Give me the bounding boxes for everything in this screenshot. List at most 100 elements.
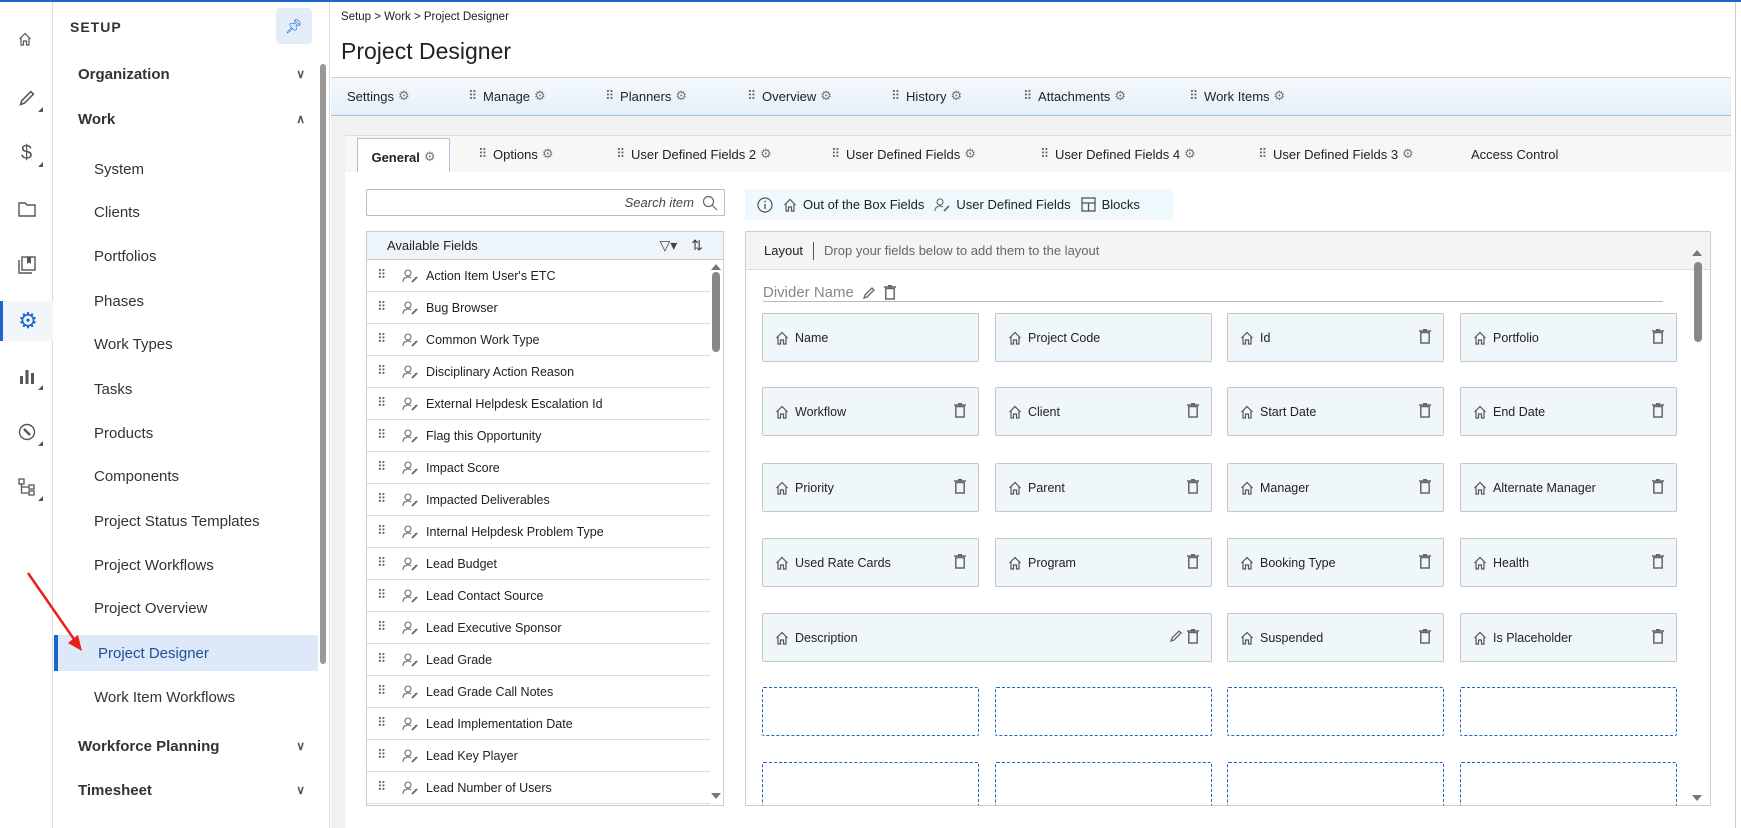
- drag-handle-icon[interactable]: ⠇⠇: [377, 524, 390, 539]
- drag-handle-icon[interactable]: ⠇⠇: [377, 460, 390, 475]
- layout-field-health[interactable]: Health: [1460, 538, 1677, 587]
- trash-icon[interactable]: [1652, 329, 1664, 344]
- field-list-item[interactable]: ⠇⠇ Lead Implementation Date: [367, 708, 710, 740]
- drag-handle-icon[interactable]: ⠇⠇: [377, 364, 390, 379]
- field-list-item[interactable]: ⠇⠇ Internal Helpdesk Problem Type: [367, 516, 710, 548]
- sidebar-item-tasks[interactable]: Tasks: [54, 371, 319, 407]
- layout-field-id[interactable]: Id: [1227, 313, 1444, 362]
- layout-field-client[interactable]: Client: [995, 387, 1212, 436]
- edit-icon[interactable]: [862, 286, 876, 300]
- gear-icon[interactable]: ⚙: [534, 89, 546, 104]
- sidebar-item-system[interactable]: System: [54, 151, 319, 187]
- sidebar-item-phases[interactable]: Phases: [54, 283, 319, 319]
- sidebar-item-project-workflows[interactable]: Project Workflows: [54, 547, 319, 583]
- gear-icon[interactable]: ⚙: [1274, 89, 1286, 104]
- sort-icon[interactable]: ⇅: [691, 237, 703, 254]
- gear-icon[interactable]: ⚙: [398, 89, 410, 104]
- drag-handle-icon[interactable]: ⠇⠇: [377, 332, 390, 347]
- drag-handle-icon[interactable]: ⠇⠇: [891, 89, 904, 104]
- sidebar-item-project-overview[interactable]: Project Overview: [54, 590, 319, 626]
- empty-drop-slot[interactable]: [1460, 687, 1677, 736]
- gear-icon[interactable]: ⚙: [820, 89, 832, 104]
- drag-handle-icon[interactable]: ⠇⠇: [377, 556, 390, 571]
- sidebar-item-project-designer[interactable]: Project Designer: [54, 635, 318, 671]
- tab-attachments[interactable]: ⠇⠇ Attachments ⚙: [1023, 78, 1126, 115]
- empty-drop-slot[interactable]: [1227, 762, 1444, 805]
- empty-drop-slot[interactable]: [1460, 762, 1677, 805]
- layout-field-description[interactable]: Description: [762, 613, 1212, 662]
- trash-icon[interactable]: [1419, 629, 1431, 644]
- field-list-item[interactable]: ⠇⠇ Lead Grade Call Notes: [367, 676, 710, 708]
- field-list-item[interactable]: ⠇⠇ Lead Contact Source: [367, 580, 710, 612]
- field-list-item[interactable]: ⠇⠇ Impacted Deliverables: [367, 484, 710, 516]
- gear-icon[interactable]: ⚙: [964, 147, 976, 162]
- tab-overview[interactable]: ⠇⠇ Overview ⚙: [747, 78, 832, 115]
- sidebar-item-work[interactable]: Work ∧: [54, 101, 319, 137]
- field-list-item[interactable]: ⠇⠇ Flag this Opportunity: [367, 420, 710, 452]
- drag-handle-icon[interactable]: ⠇⠇: [478, 147, 491, 162]
- scroll-down-arrow[interactable]: [711, 793, 721, 799]
- sidebar-item-workforce-planning[interactable]: Workforce Planning ∨: [54, 728, 319, 764]
- field-list-item[interactable]: ⠇⠇ Lead Budget: [367, 548, 710, 580]
- scroll-up-arrow[interactable]: [711, 264, 721, 270]
- field-list-item[interactable]: ⠇⠇ Lead Number of Users: [367, 772, 710, 804]
- empty-drop-slot[interactable]: [762, 762, 979, 805]
- trash-icon[interactable]: [1652, 554, 1664, 569]
- tab-work-items[interactable]: ⠇⠇ Work Items ⚙: [1189, 78, 1285, 115]
- layout-field-end-date[interactable]: End Date: [1460, 387, 1677, 436]
- layout-field-project-code[interactable]: Project Code: [995, 313, 1212, 362]
- search-input[interactable]: [394, 195, 694, 210]
- layout-field-parent[interactable]: Parent: [995, 463, 1212, 512]
- trash-icon[interactable]: [1419, 329, 1431, 344]
- subtab-user-defined-fields-4[interactable]: ⠇⠇ User Defined Fields 4 ⚙: [1040, 136, 1196, 172]
- sidebar-item-timesheet[interactable]: Timesheet ∨: [54, 772, 319, 808]
- field-list-item[interactable]: ⠇⠇ Lead Key Player: [367, 740, 710, 772]
- gear-icon[interactable]: ⚙: [760, 147, 772, 162]
- drag-handle-icon[interactable]: ⠇⠇: [468, 89, 481, 104]
- layout-field-booking-type[interactable]: Booking Type: [1227, 538, 1444, 587]
- layout-field-portfolio[interactable]: Portfolio: [1460, 313, 1677, 362]
- gear-icon[interactable]: ⚙: [1402, 147, 1414, 162]
- nav-pencil-button[interactable]: [0, 78, 53, 118]
- layout-field-priority[interactable]: Priority: [762, 463, 979, 512]
- drag-handle-icon[interactable]: ⠇⠇: [377, 716, 390, 731]
- layout-field-used-rate-cards[interactable]: Used Rate Cards: [762, 538, 979, 587]
- subtab-user-defined-fields-3[interactable]: ⠇⠇ User Defined Fields 3 ⚙: [1258, 136, 1414, 172]
- field-list-item[interactable]: ⠇⠇ Common Work Type: [367, 324, 710, 356]
- sidebar-item-portfolios[interactable]: Portfolios: [54, 238, 319, 274]
- subtab-options[interactable]: ⠇⠇ Options ⚙: [478, 136, 554, 172]
- field-list-item[interactable]: ⠇⠇ Disciplinary Action Reason: [367, 356, 710, 388]
- drag-handle-icon[interactable]: ⠇⠇: [831, 147, 844, 162]
- filter-icon[interactable]: ▽▾: [659, 237, 677, 254]
- sidebar-item-products[interactable]: Products: [54, 415, 319, 451]
- nav-gear-button[interactable]: ⚙: [0, 301, 53, 341]
- tab-manage[interactable]: ⠇⠇ Manage ⚙: [468, 78, 546, 115]
- chevron-down-icon[interactable]: ∨: [296, 67, 305, 81]
- field-list-item[interactable]: ⠇⠇ Lead Executive Sponsor: [367, 612, 710, 644]
- trash-icon[interactable]: [1419, 479, 1431, 494]
- nav-folder-button[interactable]: [0, 189, 53, 229]
- empty-drop-slot[interactable]: [995, 762, 1212, 805]
- layout-field-manager[interactable]: Manager: [1227, 463, 1444, 512]
- field-list-item[interactable]: ⠇⠇ Impact Score: [367, 452, 710, 484]
- nav-hierarchy-button[interactable]: [0, 467, 53, 507]
- subtab-general[interactable]: General ⚙: [357, 138, 450, 175]
- drag-handle-icon[interactable]: ⠇⠇: [377, 396, 390, 411]
- sidebar-item-organization[interactable]: Organization ∨: [54, 56, 319, 92]
- trash-icon[interactable]: [1419, 554, 1431, 569]
- drag-handle-icon[interactable]: ⠇⠇: [1258, 147, 1271, 162]
- drag-handle-icon[interactable]: ⠇⠇: [377, 684, 390, 699]
- drag-handle-icon[interactable]: ⠇⠇: [377, 300, 390, 315]
- sidebar-item-project-status-templates[interactable]: Project Status Templates: [54, 503, 319, 539]
- trash-icon[interactable]: [883, 285, 896, 300]
- subtab-access-control[interactable]: Access Control: [1471, 136, 1558, 172]
- fields-scrollbar[interactable]: [712, 272, 720, 352]
- layout-field-is-placeholder[interactable]: Is Placeholder: [1460, 613, 1677, 662]
- chevron-up-icon[interactable]: ∧: [296, 112, 305, 126]
- scroll-up-arrow[interactable]: [1692, 250, 1702, 256]
- drag-handle-icon[interactable]: ⠇⠇: [377, 268, 390, 283]
- layout-field-alternate-manager[interactable]: Alternate Manager: [1460, 463, 1677, 512]
- nav-bar-chart-button[interactable]: [0, 356, 53, 396]
- trash-icon[interactable]: [1652, 479, 1664, 494]
- empty-drop-slot[interactable]: [995, 687, 1212, 736]
